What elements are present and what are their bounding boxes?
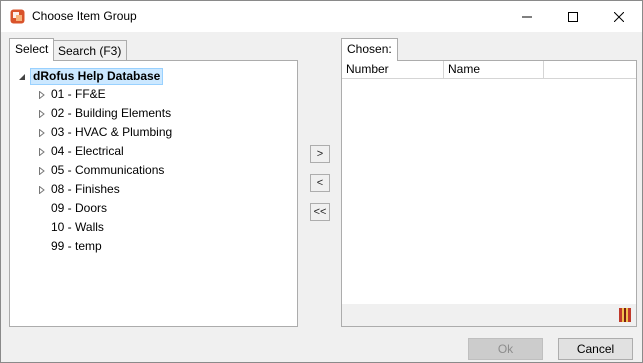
- maximize-button[interactable]: [550, 1, 596, 32]
- grid-header: Number Name: [342, 61, 636, 79]
- cancel-button-label: Cancel: [576, 342, 615, 356]
- column-header-number[interactable]: Number: [342, 61, 444, 79]
- column-header-name[interactable]: Name: [444, 61, 544, 79]
- remove-all-button[interactable]: <<: [310, 203, 330, 221]
- collapsed-arrow-icon[interactable]: [38, 186, 46, 194]
- tree-item-label: 01 - FF&E: [51, 87, 106, 101]
- book-icon[interactable]: [618, 307, 632, 326]
- tree-item-label: 99 - temp: [51, 239, 102, 253]
- title-bar: Choose Item Group: [1, 1, 642, 32]
- add-button[interactable]: >: [310, 145, 330, 163]
- add-button-label: >: [316, 147, 324, 160]
- tab-select[interactable]: Select: [9, 38, 55, 61]
- collapsed-arrow-icon[interactable]: [38, 148, 46, 156]
- collapsed-arrow-icon[interactable]: [38, 167, 46, 175]
- ok-button-label: Ok: [497, 342, 514, 356]
- tree-item-label: 05 - Communications: [51, 163, 165, 177]
- tree-item-label: 10 - Walls: [51, 220, 104, 234]
- expanded-arrow-icon[interactable]: [18, 73, 26, 81]
- tree-item-label: 02 - Building Elements: [51, 106, 172, 120]
- collapsed-arrow-icon[interactable]: [38, 110, 46, 118]
- tab-chosen[interactable]: Chosen:: [341, 38, 398, 61]
- group-tree[interactable]: dRofus Help Database 01 - FF&E 02 - Buil…: [9, 60, 298, 327]
- minimize-button[interactable]: [504, 1, 550, 32]
- tab-select-label: Select: [15, 42, 49, 56]
- column-header-number-label: Number: [346, 62, 389, 76]
- collapsed-arrow-icon[interactable]: [38, 91, 46, 99]
- collapsed-arrow-icon[interactable]: [38, 129, 46, 137]
- ok-button[interactable]: Ok: [468, 338, 543, 360]
- choose-item-group-dialog: Choose Item Group Select Search (F3) dRo…: [0, 0, 643, 363]
- tree-item-label: 03 - HVAC & Plumbing: [51, 125, 173, 139]
- remove-button-label: <: [316, 176, 324, 189]
- tree-item-label: 08 - Finishes: [51, 182, 120, 196]
- remove-all-button-label: <<: [313, 205, 327, 218]
- tree-item-label: 09 - Doors: [51, 201, 108, 215]
- tree-item-label: 04 - Electrical: [51, 144, 124, 158]
- close-button[interactable]: [596, 1, 642, 32]
- app-icon: [10, 9, 25, 24]
- window-title: Choose Item Group: [32, 9, 137, 23]
- tab-search-label: Search (F3): [58, 44, 122, 58]
- close-icon: [614, 11, 624, 22]
- tree-root-label: dRofus Help Database: [30, 68, 164, 85]
- minimize-icon: [522, 16, 532, 17]
- tab-chosen-label: Chosen:: [347, 42, 392, 56]
- chosen-grid[interactable]: Number Name: [341, 60, 637, 327]
- tab-search[interactable]: Search (F3): [52, 40, 128, 61]
- remove-button[interactable]: <: [310, 174, 330, 192]
- grid-footer: [342, 304, 636, 326]
- cancel-button[interactable]: Cancel: [558, 338, 633, 360]
- maximize-icon: [568, 11, 578, 22]
- column-header-name-label: Name: [448, 62, 481, 76]
